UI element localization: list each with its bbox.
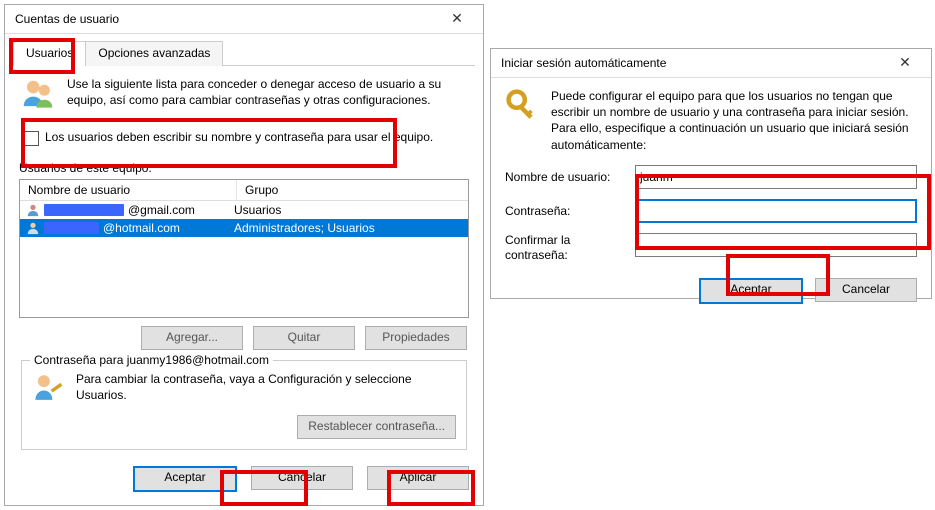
- col-username[interactable]: Nombre de usuario: [20, 180, 237, 200]
- auto-signin-window: Iniciar sesión automáticamente ✕ Puede c…: [490, 48, 932, 299]
- apply-button[interactable]: Aplicar: [367, 466, 469, 490]
- require-login-label: Los usuarios deben escribir su nombre y …: [45, 129, 433, 145]
- users-icon: [19, 76, 57, 114]
- username-suffix: @gmail.com: [128, 203, 195, 217]
- tab-bar: Usuarios Opciones avanzadas: [13, 40, 475, 66]
- username-input[interactable]: [635, 165, 917, 189]
- list-item[interactable]: @hotmail.com Administradores; Usuarios: [20, 219, 468, 237]
- password-label: Contraseña:: [505, 204, 635, 218]
- add-button[interactable]: Agregar...: [141, 326, 243, 350]
- password-groupbox: Contraseña para juanmy1986@hotmail.com P…: [21, 360, 467, 450]
- user-accounts-window: Cuentas de usuario ✕ Usuarios Opciones a…: [4, 4, 484, 506]
- password-text: Para cambiar la contraseña, vaya a Confi…: [76, 371, 456, 403]
- require-login-checkbox[interactable]: [24, 131, 39, 146]
- tab-users[interactable]: Usuarios: [13, 41, 86, 66]
- titlebar[interactable]: Cuentas de usuario ✕: [5, 5, 483, 34]
- user-list-header[interactable]: Nombre de usuario Grupo: [20, 180, 468, 201]
- list-item[interactable]: @gmail.com Usuarios: [20, 201, 468, 219]
- user-list[interactable]: Nombre de usuario Grupo @gmail.com Usuar…: [19, 179, 469, 318]
- cancel-button[interactable]: Cancelar: [251, 466, 353, 490]
- cancel-button[interactable]: Cancelar: [815, 278, 917, 302]
- window-title: Cuentas de usuario: [15, 12, 119, 26]
- ok-button[interactable]: Aceptar: [699, 278, 803, 304]
- username-label: Nombre de usuario:: [505, 170, 635, 184]
- key-icon: [505, 88, 541, 124]
- group-cell: Administradores; Usuarios: [226, 221, 468, 235]
- intro-text: Use la siguiente lista para conceder o d…: [67, 76, 469, 114]
- redacted-username: [44, 222, 99, 234]
- redacted-username: [44, 204, 124, 216]
- titlebar[interactable]: Iniciar sesión automáticamente ✕: [491, 49, 931, 78]
- reset-password-button[interactable]: Restablecer contraseña...: [297, 415, 456, 439]
- close-icon[interactable]: ✕: [437, 9, 477, 29]
- group-cell: Usuarios: [226, 203, 468, 217]
- user-icon: [26, 221, 40, 235]
- properties-button[interactable]: Propiedades: [365, 326, 467, 350]
- remove-button[interactable]: Quitar: [253, 326, 355, 350]
- confirm-password-input[interactable]: [635, 233, 917, 257]
- col-group[interactable]: Grupo: [237, 180, 468, 200]
- ok-button[interactable]: Aceptar: [133, 466, 237, 492]
- user-icon: [26, 203, 40, 217]
- username-suffix: @hotmail.com: [103, 221, 180, 235]
- password-legend: Contraseña para juanmy1986@hotmail.com: [30, 353, 273, 367]
- key-user-icon: [32, 371, 66, 405]
- confirm-password-label: Confirmar la contraseña:: [505, 233, 635, 264]
- password-input[interactable]: [635, 199, 917, 223]
- user-list-label: Usuarios de este equipo:: [19, 161, 469, 175]
- tab-advanced[interactable]: Opciones avanzadas: [85, 41, 223, 66]
- window-title: Iniciar sesión automáticamente: [501, 56, 666, 70]
- close-icon[interactable]: ✕: [885, 53, 925, 73]
- require-login-checkbox-row[interactable]: Los usuarios deben escribir su nombre y …: [19, 122, 469, 153]
- intro-text: Puede configurar el equipo para que los …: [551, 88, 917, 153]
